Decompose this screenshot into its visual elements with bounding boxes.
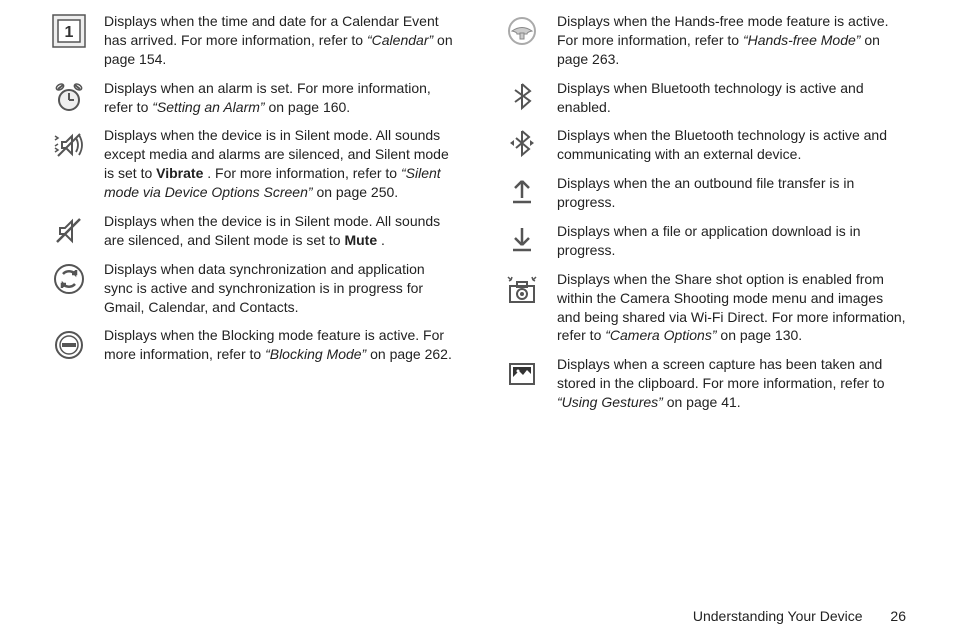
reference: “Calendar” bbox=[367, 32, 433, 48]
item-description: Displays when the Blocking mode feature … bbox=[104, 326, 453, 364]
content-columns: 1 Displays when the time and date for a … bbox=[48, 12, 906, 422]
text: Displays when Bluetooth technology is ac… bbox=[557, 80, 864, 115]
page-footer: Understanding Your Device 26 bbox=[693, 608, 906, 624]
text: on page 130. bbox=[720, 327, 802, 343]
list-item: Displays when a file or application down… bbox=[501, 222, 906, 260]
text: Displays when data synchronization and a… bbox=[104, 261, 425, 315]
screenshot-icon bbox=[501, 355, 543, 391]
hands-free-icon bbox=[501, 12, 543, 48]
text: Displays when a file or application down… bbox=[557, 223, 861, 258]
list-item: Displays when data synchronization and a… bbox=[48, 260, 453, 317]
list-item: Displays when a screen capture has been … bbox=[501, 355, 906, 412]
calendar-reminder-icon: 1 bbox=[48, 12, 90, 48]
list-item: Displays when the Bluetooth technology i… bbox=[501, 126, 906, 164]
item-description: Displays when the device is in Silent mo… bbox=[104, 212, 453, 250]
mute-silent-icon bbox=[48, 212, 90, 248]
item-description: Displays when a screen capture has been … bbox=[557, 355, 906, 412]
blocking-mode-icon bbox=[48, 326, 90, 362]
text: on page 41. bbox=[667, 394, 741, 410]
item-description: Displays when the time and date for a Ca… bbox=[104, 12, 453, 69]
item-description: Displays when a file or application down… bbox=[557, 222, 906, 260]
sync-icon bbox=[48, 260, 90, 296]
svg-text:1: 1 bbox=[65, 24, 74, 41]
list-item: Displays when the device is in Silent mo… bbox=[48, 212, 453, 250]
item-description: Displays when the device is in Silent mo… bbox=[104, 126, 453, 202]
text: Displays when the Bluetooth technology i… bbox=[557, 127, 887, 162]
list-item: Displays when the Hands-free mode featur… bbox=[501, 12, 906, 69]
item-description: Displays when the an outbound file trans… bbox=[557, 174, 906, 212]
left-column: 1 Displays when the time and date for a … bbox=[48, 12, 453, 422]
text: Displays when the an outbound file trans… bbox=[557, 175, 854, 210]
upload-icon bbox=[501, 174, 543, 206]
reference: “Using Gestures” bbox=[557, 394, 663, 410]
item-description: Displays when the Bluetooth technology i… bbox=[557, 126, 906, 164]
text: Displays when a screen capture has been … bbox=[557, 356, 885, 391]
vibrate-silent-icon bbox=[48, 126, 90, 162]
bold-term: Vibrate bbox=[156, 165, 203, 181]
list-item: Displays when the an outbound file trans… bbox=[501, 174, 906, 212]
bluetooth-connected-icon bbox=[501, 126, 543, 158]
section-title: Understanding Your Device bbox=[693, 608, 863, 624]
list-item: Displays when the Blocking mode feature … bbox=[48, 326, 453, 364]
list-item: Displays when the Share shot option is e… bbox=[501, 270, 906, 346]
text: on page 262. bbox=[370, 346, 452, 362]
alarm-icon bbox=[48, 79, 90, 115]
list-item: Displays when Bluetooth technology is ac… bbox=[501, 79, 906, 117]
list-item: Displays when the device is in Silent mo… bbox=[48, 126, 453, 202]
item-description: Displays when an alarm is set. For more … bbox=[104, 79, 453, 117]
item-description: Displays when the Hands-free mode featur… bbox=[557, 12, 906, 69]
bold-term: Mute bbox=[344, 232, 377, 248]
item-description: Displays when Bluetooth technology is ac… bbox=[557, 79, 906, 117]
bluetooth-icon bbox=[501, 79, 543, 111]
share-shot-icon bbox=[501, 270, 543, 306]
item-description: Displays when the Share shot option is e… bbox=[557, 270, 906, 346]
reference: “Camera Options” bbox=[605, 327, 716, 343]
list-item: 1 Displays when the time and date for a … bbox=[48, 12, 453, 69]
download-icon bbox=[501, 222, 543, 254]
text: on page 250. bbox=[316, 184, 398, 200]
text: . bbox=[381, 232, 385, 248]
text: on page 160. bbox=[268, 99, 350, 115]
reference: “Blocking Mode” bbox=[265, 346, 366, 362]
reference: “Setting an Alarm” bbox=[152, 99, 264, 115]
item-description: Displays when data synchronization and a… bbox=[104, 260, 453, 317]
reference: “Hands-free Mode” bbox=[743, 32, 861, 48]
page-number: 26 bbox=[890, 608, 906, 624]
text: . For more information, refer to bbox=[207, 165, 401, 181]
right-column: Displays when the Hands-free mode featur… bbox=[501, 12, 906, 422]
text: Displays when the device is in Silent mo… bbox=[104, 213, 440, 248]
list-item: Displays when an alarm is set. For more … bbox=[48, 79, 453, 117]
